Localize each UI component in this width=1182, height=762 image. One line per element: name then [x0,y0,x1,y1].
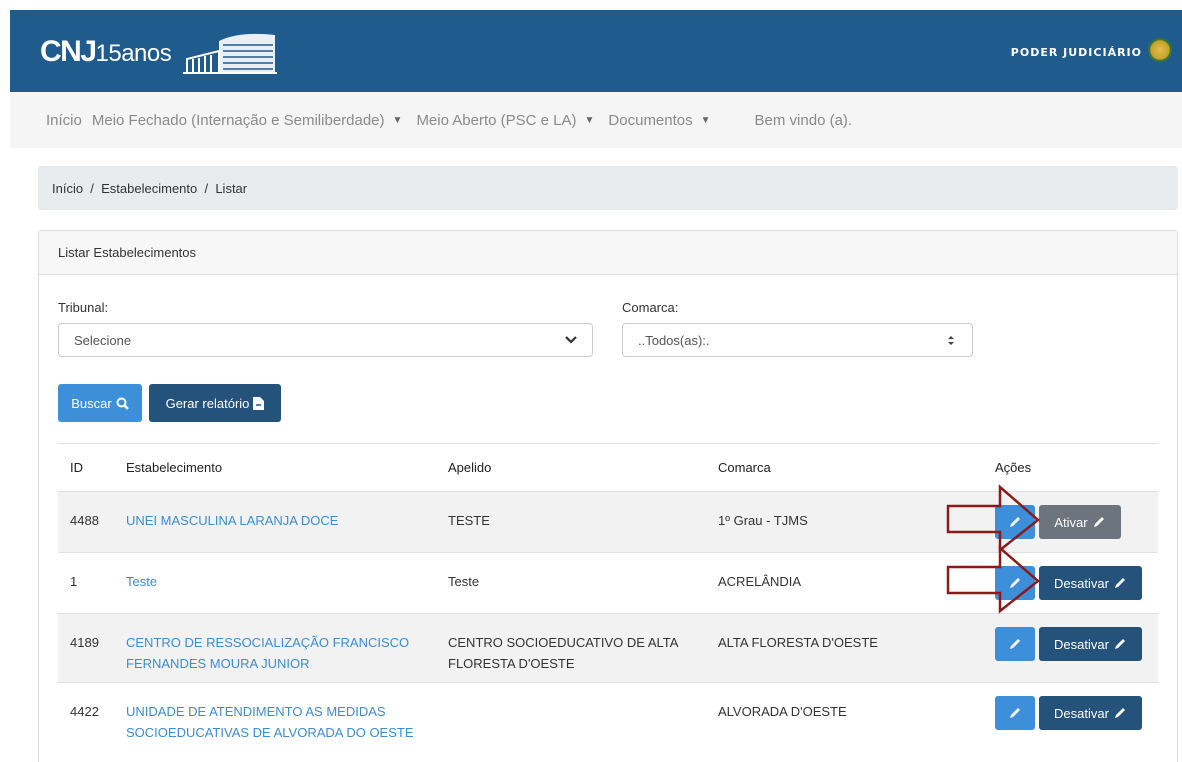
cell-id: 4422 [58,682,114,762]
building-icon [183,33,278,74]
comarca-value: ..Todos(as):. [638,332,710,348]
table-row: 1 Teste Teste ACRELÂNDIA Desativar [58,552,1158,614]
cell-apelido: TESTE [436,491,706,553]
col-header-apelido: Apelido [436,443,706,492]
tribunal-value: Selecione [74,332,132,348]
table-row: 4189 CENTRO DE RESSOCIALIZAÇÃO FRANCISCO… [58,613,1158,683]
cell-acoes: Ativar [983,491,1158,553]
col-header-estabelecimento: Estabelecimento [114,443,436,492]
cell-acoes: Desativar [983,613,1158,683]
caret-down-icon: ▼ [700,114,711,126]
chevron-down-icon [565,336,577,344]
pencil-icon [1114,639,1125,649]
logo-text-thin: 15anos [95,40,172,67]
cell-acoes: Desativar [983,552,1158,614]
pencil-icon [1114,578,1125,588]
cell-id: 4488 [58,491,114,553]
cell-comarca: 1º Grau - TJMS [706,491,983,553]
comarca-label: Comarca: [622,300,679,315]
pencil-icon [1010,708,1020,718]
table-row: 4488 UNEI MASCULINA LARANJA DOCE TESTE 1… [58,491,1158,553]
sort-arrows-icon [948,336,954,345]
breadcrumb-listar: Listar [215,180,248,196]
cell-id: 4189 [58,613,114,683]
cell-estabelecimento-link[interactable]: Teste [114,552,436,614]
breadcrumb-inicio[interactable]: Início [52,181,83,196]
desativar-button[interactable]: Desativar [1039,627,1142,661]
breadcrumb-estabelecimento[interactable]: Estabelecimento [101,181,197,196]
nav-inicio[interactable]: Início [46,112,82,129]
table-row: 4422 UNIDADE DE ATENDIMENTO AS MEDIDAS S… [58,682,1158,762]
pdf-file-icon [253,396,265,410]
cell-comarca: ALTA FLORESTA D'OESTE [706,613,983,683]
edit-button[interactable] [995,627,1035,661]
desativar-button[interactable]: Desativar [1039,696,1142,730]
cell-acoes: Desativar [983,682,1158,762]
pencil-icon [1093,517,1104,527]
ativar-button[interactable]: Ativar [1039,505,1121,539]
comarca-select[interactable]: ..Todos(as):. [622,323,973,357]
main-navbar: Início Meio Fechado (Internação e Semili… [10,92,1182,148]
cell-estabelecimento-link[interactable]: CENTRO DE RESSOCIALIZAÇÃO FRANCISCO FERN… [114,613,436,683]
listar-card: Listar Estabelecimentos Tribunal: Seleci… [38,230,1178,762]
edit-button[interactable] [995,696,1035,730]
cnj-logo[interactable]: CNJ15anos [40,24,279,80]
nav-welcome: Bem vindo (a). [754,111,853,129]
tribunal-label: Tribunal: [58,300,109,315]
caret-down-icon: ▼ [584,114,595,126]
nav-documentos[interactable]: Documentos ▼ [608,112,710,129]
cell-apelido: CENTRO SOCIOEDUCATIVO DE ALTA FLORESTA D… [436,613,706,683]
cell-estabelecimento-link[interactable]: UNEI MASCULINA LARANJA DOCE [114,491,436,553]
card-title: Listar Estabelecimentos [39,231,1177,275]
desativar-button[interactable]: Desativar [1039,566,1142,600]
logo-text-bold: CNJ [40,35,97,68]
edit-button[interactable] [995,566,1035,600]
cell-apelido [436,682,706,762]
cell-apelido: Teste [436,552,706,614]
gerar-relatorio-button[interactable]: Gerar relatório [149,384,281,422]
search-icon [116,397,129,410]
cell-estabelecimento-link[interactable]: UNIDADE DE ATENDIMENTO AS MEDIDAS SOCIOE… [114,682,436,762]
buscar-button[interactable]: Buscar [58,384,142,422]
caret-down-icon: ▼ [392,114,403,126]
pencil-icon [1010,578,1020,588]
app-header: CNJ15anos PODER JUDICIÁRIO [10,10,1182,92]
nav-meio-aberto[interactable]: Meio Aberto (PSC e LA) ▼ [416,112,594,129]
pencil-icon [1114,708,1125,718]
edit-button[interactable] [995,505,1035,539]
col-header-acoes: Ações [983,443,1158,492]
breadcrumb: Início / Estabelecimento / Listar [38,166,1178,210]
poder-judiciario-label: PODER JUDICIÁRIO [1010,46,1142,59]
nav-meio-fechado[interactable]: Meio Fechado (Internação e Semiliberdade… [92,112,403,129]
tribunal-select[interactable]: Selecione [58,323,593,357]
cell-comarca: ACRELÂNDIA [706,552,983,614]
pencil-icon [1010,639,1020,649]
col-header-id: ID [58,443,114,492]
cell-id: 1 [58,552,114,614]
pencil-icon [1010,517,1020,527]
col-header-comarca: Comarca [706,443,983,492]
brasil-seal-icon [1148,38,1172,62]
estabelecimentos-table: ID Estabelecimento Apelido Comarca Ações… [58,443,1158,762]
cell-comarca: ALVORADA D'OESTE [706,682,983,762]
